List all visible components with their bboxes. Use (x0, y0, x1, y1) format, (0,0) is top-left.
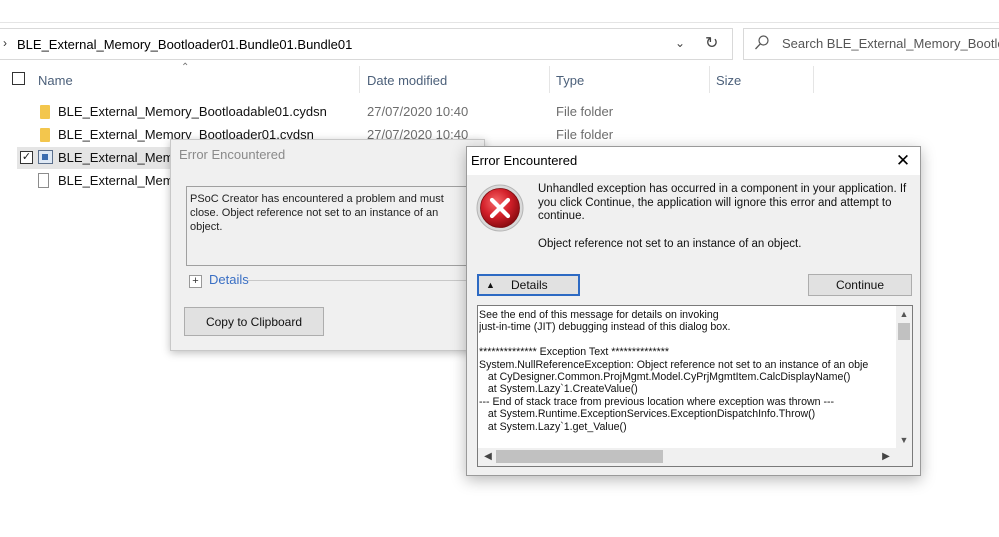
scroll-down-icon[interactable]: ▼ (896, 432, 912, 448)
search-input[interactable] (782, 36, 999, 51)
search-icon (755, 35, 769, 50)
file-row-selected[interactable]: ✓ BLE_External_Memo (17, 147, 181, 169)
scroll-left-icon[interactable]: ◀ (480, 448, 496, 466)
details-button[interactable]: ▲ Details (477, 274, 580, 296)
folder-icon (40, 105, 50, 119)
column-header-date-modified[interactable]: Date modified (367, 73, 447, 100)
row-checkbox[interactable]: ✓ (20, 151, 33, 164)
file-date: 27/07/2020 10:40 (367, 104, 469, 119)
file-name: BLE_External_Memory_Bootloadable01.cydsn (58, 104, 327, 119)
file-type: File folder (556, 104, 614, 119)
file-row[interactable]: BLE_External_Memory_Bootloadable01.cydsn… (0, 101, 999, 123)
sort-ascending-icon: ⌃ (181, 62, 190, 73)
column-header-name[interactable]: Name (38, 73, 73, 100)
error-message: Unhandled exception has occurred in a co… (538, 183, 907, 222)
file-type: File folder (556, 127, 614, 142)
column-divider[interactable] (709, 66, 710, 93)
scroll-thumb[interactable] (496, 450, 663, 463)
chevron-right-icon[interactable]: › (3, 36, 7, 50)
scroll-right-icon[interactable]: ▶ (878, 448, 894, 466)
project-file-icon (38, 150, 53, 164)
file-icon (38, 173, 49, 188)
exception-details-textbox[interactable]: See the end of this message for details … (477, 305, 913, 467)
details-link[interactable]: Details (209, 272, 249, 287)
search-box[interactable] (743, 28, 999, 60)
scroll-up-icon[interactable]: ▲ (896, 306, 912, 322)
error-message-box: PSoC Creator has encountered a problem a… (186, 186, 476, 266)
folder-icon (40, 128, 50, 142)
file-name: BLE_External_Memo (58, 173, 181, 188)
address-path[interactable]: BLE_External_Memory_Bootloader01.Bundle0… (17, 37, 352, 52)
column-header-size[interactable]: Size (716, 73, 741, 100)
horizontal-scrollbar[interactable]: ◀ ▶ (478, 448, 896, 466)
dialog-titlebar[interactable]: Error Encountered ✕ (467, 147, 920, 175)
toolbar-divider (0, 22, 999, 23)
column-header-type[interactable]: Type (556, 73, 584, 100)
error-detail: Object reference not set to an instance … (538, 238, 802, 250)
dialog-title: Error Encountered (471, 153, 578, 168)
error-icon (476, 184, 524, 232)
chevron-down-icon[interactable]: ⌄ (675, 36, 685, 50)
expand-icon[interactable]: + (189, 275, 202, 288)
error-dialog-background[interactable]: Error Encountered PSoC Creator has encou… (170, 139, 485, 351)
column-divider[interactable] (813, 66, 814, 93)
exception-trace-text[interactable]: See the end of this message for details … (479, 309, 893, 433)
continue-button[interactable]: Continue (808, 274, 912, 296)
details-divider (248, 280, 484, 281)
file-row[interactable]: BLE_External_Memory_Bootloader01.cydsn 2… (0, 124, 999, 146)
scroll-thumb[interactable] (898, 323, 910, 340)
error-dialog[interactable]: Error Encountered ✕ Unhandled exception … (466, 146, 921, 476)
file-name: BLE_External_Memo (58, 150, 181, 165)
copy-to-clipboard-button[interactable]: Copy to Clipboard (184, 307, 324, 336)
file-row[interactable]: BLE_External_Memo (0, 170, 181, 192)
column-divider[interactable] (549, 66, 550, 93)
close-icon[interactable]: ✕ (890, 149, 916, 173)
select-all-checkbox[interactable] (12, 72, 25, 85)
dialog-title: Error Encountered (179, 147, 286, 162)
scrollbar-corner (896, 448, 912, 466)
address-bar[interactable]: › BLE_External_Memory_Bootloader01.Bundl… (0, 28, 733, 60)
details-button-label: Details (511, 278, 548, 292)
vertical-scrollbar[interactable]: ▲ ▼ (896, 306, 912, 448)
refresh-icon[interactable]: ↻ (705, 33, 718, 53)
column-divider[interactable] (359, 66, 360, 93)
collapse-triangle-icon: ▲ (486, 280, 495, 290)
